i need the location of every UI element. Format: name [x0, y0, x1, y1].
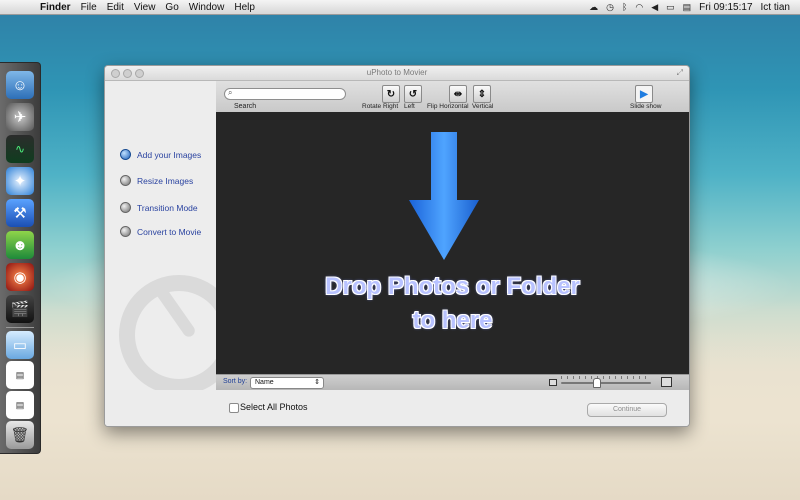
icns-file-icon[interactable]: ▤ — [6, 361, 34, 389]
wifi-icon[interactable]: ◠ — [635, 2, 643, 13]
select-all-label[interactable]: Select All Photos — [240, 402, 308, 412]
flip-vertical-button[interactable]: ⇕ — [473, 85, 491, 103]
select-arrows-icon: ⇕ — [314, 379, 320, 386]
messages-people-icon[interactable]: ☻ — [6, 231, 34, 259]
step-sidebar: Add your Images Resize Images Transition… — [105, 81, 239, 426]
step-label: Convert to Movie — [137, 226, 202, 237]
sort-by-label: Sort by: — [223, 378, 248, 385]
volume-icon[interactable]: ◀ — [651, 2, 658, 13]
bluetooth-icon[interactable]: ᛒ — [622, 2, 627, 12]
activity-monitor-icon[interactable]: ∿ — [6, 135, 34, 163]
sort-bar: Sort by: Name ⇕ — [216, 374, 689, 390]
menu-go[interactable]: Go — [165, 2, 178, 13]
zoom-slider-ticks — [561, 376, 651, 379]
clock[interactable]: Fri 09:15:17 — [699, 2, 752, 13]
time-machine-icon[interactable]: ◷ — [606, 2, 614, 13]
menu-edit[interactable]: Edit — [107, 2, 124, 13]
search-input[interactable]: ⌕ — [224, 88, 346, 100]
step-label: Transition Mode — [137, 202, 198, 213]
flip-horizontal-button[interactable]: ⇹ — [449, 85, 467, 103]
menu-finder[interactable]: Finder — [40, 2, 71, 13]
rotate-right-label: Rotate Right — [362, 103, 399, 110]
drop-instruction-line1: Drop Photos or Folder — [325, 273, 580, 300]
app-window: uPhoto to Movier ⤢ Add your Images Resiz… — [104, 65, 690, 427]
menu-window[interactable]: Window — [189, 2, 225, 13]
photo-app-icon[interactable]: ◉ — [6, 263, 34, 291]
dock-separator — [6, 327, 34, 328]
battery-icon[interactable]: ▭ — [666, 2, 675, 13]
menu-view[interactable]: View — [134, 2, 156, 13]
sort-by-value: Name — [255, 379, 274, 386]
select-all-checkbox[interactable] — [229, 403, 239, 413]
finder-icon[interactable]: ☺ — [6, 71, 34, 99]
step-convert-to-movie[interactable]: Convert to Movie — [120, 226, 201, 237]
window-title: uPhoto to Movier — [366, 68, 428, 77]
window-footer: Select All Photos Continue — [105, 390, 689, 426]
step-bullet-icon — [120, 149, 131, 160]
photo-drop-zone[interactable]: Drop Photos or Folder to here — [216, 112, 689, 374]
user-menu[interactable]: Ict tian — [761, 2, 790, 13]
continue-button[interactable]: Continue — [587, 403, 667, 417]
small-thumbnail-icon[interactable] — [549, 379, 557, 386]
slide-show-button[interactable]: ▶ — [635, 85, 653, 103]
movie-clapper-icon[interactable]: 🎬 — [6, 295, 34, 323]
step-label: Resize Images — [137, 175, 194, 186]
window-titlebar[interactable]: uPhoto to Movier ⤢ — [105, 66, 689, 81]
drop-instruction-line2: to here — [412, 307, 493, 334]
menu-bar: Finder File Edit View Go Window Help ☁ ◷… — [0, 0, 800, 15]
search-label: Search — [234, 103, 257, 110]
trash-icon[interactable]: 🗑 — [6, 421, 34, 449]
sort-by-select[interactable]: Name ⇕ — [250, 377, 324, 389]
flip-vertical-icon: ⇕ — [477, 88, 487, 100]
play-icon: ▶ — [640, 88, 648, 100]
slider-thumb[interactable] — [593, 378, 601, 388]
thumbnail-size-slider[interactable] — [561, 382, 651, 384]
folder-icon[interactable]: ▭ — [6, 331, 34, 359]
rotate-left-label: Left — [404, 103, 415, 110]
step-bullet-icon — [120, 202, 131, 213]
dock: ☺ ✈ ∿ ✦ ⚒ ☻ ◉ 🎬 ▭ ▤ ▤ 🗑 — [0, 62, 41, 454]
launchpad-icon[interactable]: ✈ — [6, 103, 34, 131]
rotate-left-icon: ↺ — [408, 88, 418, 100]
step-transition-mode[interactable]: Transition Mode — [120, 202, 198, 213]
flag-icon[interactable]: ▤ — [683, 2, 692, 13]
step-label: Add your Images — [137, 149, 202, 160]
down-arrow-icon — [409, 132, 479, 260]
rotate-right-icon: ↻ — [386, 88, 396, 100]
flip-vertical-label: Vertical — [472, 103, 494, 110]
slide-show-label: Slide show — [630, 103, 662, 110]
status-area: ☁ ◷ ᛒ ◠ ◀ ▭ ▤ Fri 09:15:17 Ict tian — [589, 2, 800, 13]
safari-icon[interactable]: ✦ — [6, 167, 34, 195]
step-add-images[interactable]: Add your Images — [120, 149, 201, 160]
step-bullet-icon — [120, 226, 131, 237]
large-thumbnail-icon[interactable] — [661, 377, 672, 387]
flip-horizontal-icon: ⇹ — [453, 88, 463, 100]
menu-file[interactable]: File — [81, 2, 97, 13]
rotate-left-button[interactable]: ↺ — [404, 85, 422, 103]
flip-horizontal-label: Flip Horizontal — [427, 103, 469, 110]
xcode-icon[interactable]: ⚒ — [6, 199, 34, 227]
step-resize-images[interactable]: Resize Images — [120, 175, 193, 186]
txt-file-icon[interactable]: ▤ — [6, 391, 34, 419]
cloud-icon[interactable]: ☁ — [589, 2, 598, 13]
search-icon: ⌕ — [228, 88, 233, 97]
rotate-right-button[interactable]: ↻ — [382, 85, 400, 103]
toolbar: ⌕ Search ↻ Rotate Right ↺ Left ⇹ Flip Ho… — [216, 81, 689, 113]
fullscreen-icon[interactable]: ⤢ — [677, 68, 683, 78]
step-bullet-icon — [120, 175, 131, 186]
menu-help[interactable]: Help — [234, 2, 255, 13]
